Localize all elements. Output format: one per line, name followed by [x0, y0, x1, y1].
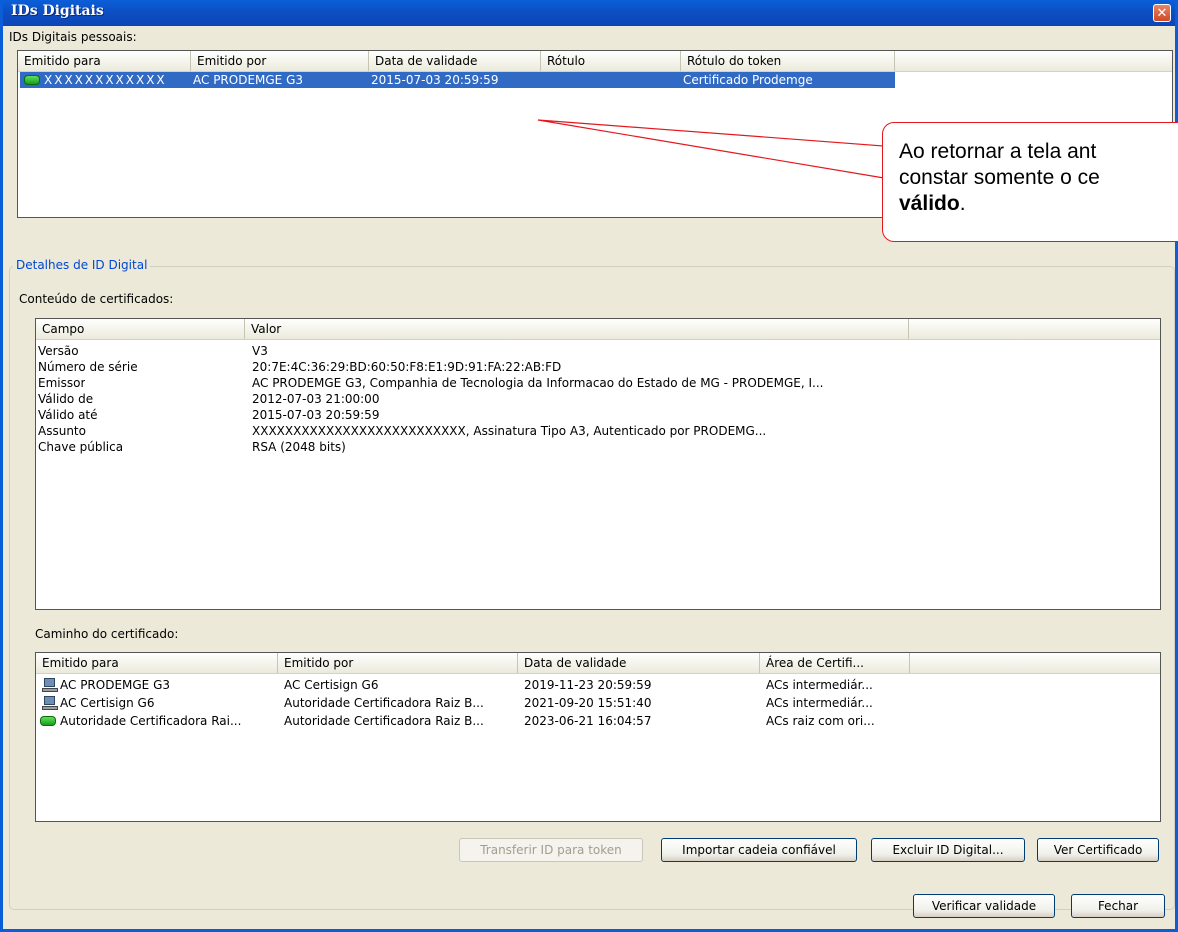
annotation-callout: Ao retornar a tela ant constar somente o…: [882, 122, 1178, 242]
callout-period: .: [959, 192, 966, 215]
callout-line-1: Ao retornar a tela ant: [899, 140, 1097, 163]
callout-line-2: constar somente o ce: [899, 166, 1100, 189]
callout-bold-text: válido: [899, 192, 960, 215]
callout-line-3: válido.: [899, 191, 1178, 217]
